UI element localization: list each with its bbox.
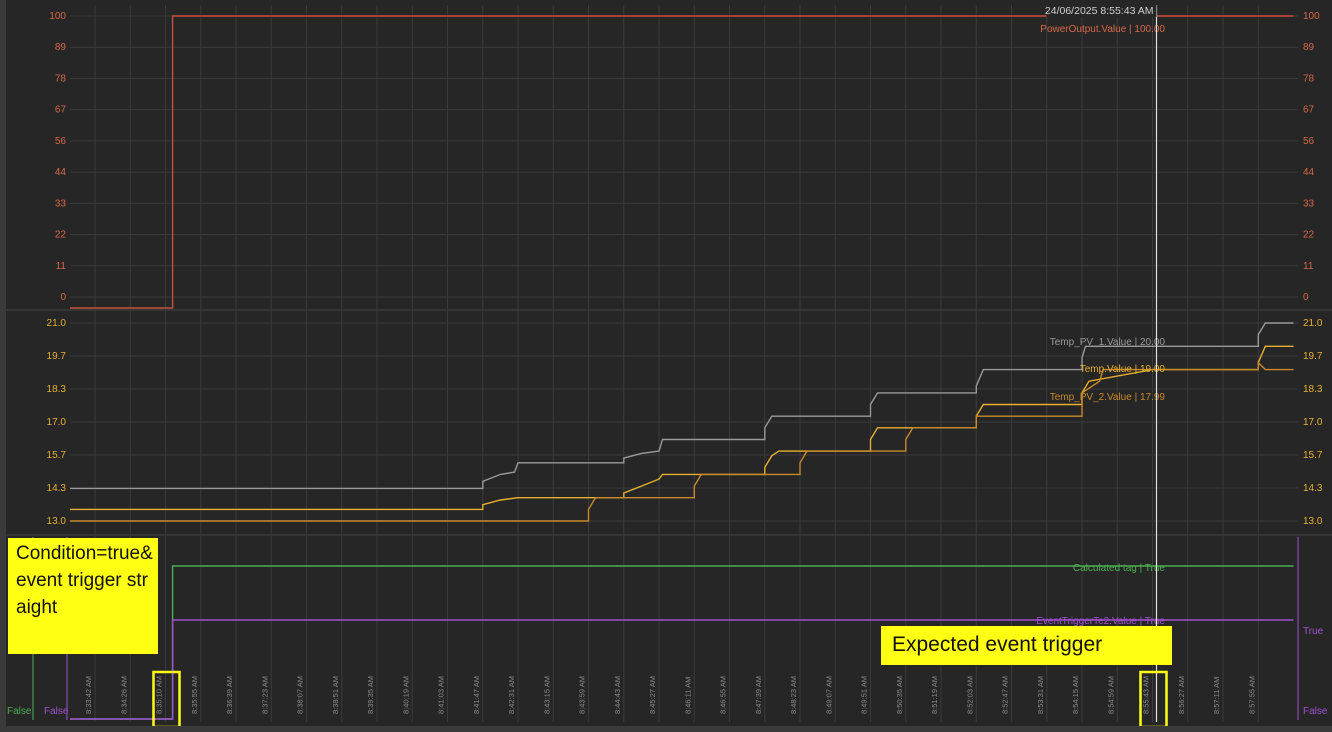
power-tick-right: 0: [1303, 292, 1309, 303]
temp-tick-right: 21.0: [1303, 318, 1323, 329]
bool-tick-false-green: False: [7, 706, 32, 717]
power-tick-left: 100: [49, 11, 66, 22]
cursor-timestamp: 24/06/2025 8:55:43 AM: [1045, 5, 1154, 17]
temp-tick-left: 15.7: [47, 450, 67, 461]
temp-tick-left: 13.0: [47, 516, 67, 527]
left-edge: [0, 0, 6, 732]
x-tick-label: 8:57:55 AM: [1247, 676, 1256, 714]
x-tick-label: 8:52:03 AM: [965, 676, 974, 714]
power-tick-left: 56: [55, 136, 67, 147]
power-tick-right: 11: [1303, 261, 1314, 272]
temp-tick-right: 19.7: [1303, 351, 1323, 362]
power-tick-right: 33: [1303, 198, 1315, 209]
power-tick-left: 22: [55, 230, 67, 241]
power-tick-left: 11: [56, 261, 67, 272]
power-tick-left: 33: [55, 198, 67, 209]
annotation-condition-true: Condition=true& event trigger straight: [8, 538, 158, 654]
x-tick-label: 8:53:31 AM: [1036, 676, 1045, 714]
bottom-edge: [0, 726, 1332, 732]
temp-tick-left: 17.0: [47, 417, 67, 428]
power-tick-right: 89: [1303, 42, 1315, 53]
temp-tick-right: 13.0: [1303, 516, 1323, 527]
bool-tick-false-purple: False: [44, 706, 69, 717]
temp-series-label: Temp.Value | 19.00: [1080, 364, 1166, 375]
x-tick-label: 8:51:19 AM: [930, 676, 939, 714]
temp-tick-left: 21.0: [47, 318, 67, 329]
temp-series-label: Temp_PV_2.Value | 17.99: [1050, 392, 1166, 403]
temp-tick-left: 19.7: [47, 351, 67, 362]
temp-tick-right: 17.0: [1303, 417, 1323, 428]
x-tick-label: 8:49:07 AM: [824, 676, 833, 714]
temp-tick-right: 18.3: [1303, 384, 1323, 395]
power-tick-left: 89: [55, 42, 67, 53]
x-tick-label: 8:57:11 AM: [1212, 677, 1221, 714]
temp-tick-right: 15.7: [1303, 450, 1323, 461]
power-tick-right: 67: [1303, 105, 1315, 116]
power-tick-right: 22: [1303, 230, 1315, 241]
x-tick-label: 8:43:15 AM: [542, 676, 551, 714]
temp-tick-left: 18.3: [47, 384, 67, 395]
x-tick-label: 8:43:59 AM: [578, 676, 587, 714]
power-tick-left: 78: [55, 73, 67, 84]
x-tick-label: 8:50:35 AM: [895, 676, 904, 714]
power-tick-left: 0: [60, 292, 66, 303]
x-tick-label: 8:46:55 AM: [719, 676, 728, 714]
x-tick-label: 8:46:11 AM: [683, 677, 692, 714]
trend-chart: 100 100 89 89 78 78 67 67 56 56 44 44 33 33 22 22 11 11 0 0…: [0, 0, 1332, 732]
x-tick-label: 8:35:10 AM: [155, 676, 164, 714]
x-tick-label: 8:39:35 AM: [366, 676, 375, 714]
power-tick-left: 44: [55, 167, 67, 178]
x-tick-label: 8:56:27 AM: [1177, 676, 1186, 714]
temp-series-label: Temp_PV_1.Value | 20.00: [1050, 337, 1166, 348]
x-tick-label: 8:40:19 AM: [401, 676, 410, 714]
x-tick-label: 8:49:51 AM: [860, 676, 869, 714]
x-tick-label: 8:41:47 AM: [472, 676, 481, 714]
x-tick-label: 8:33:42 AM: [84, 676, 93, 714]
x-tick-label: 8:36:39 AM: [225, 676, 234, 714]
power-tick-right: 56: [1303, 136, 1315, 147]
annotation-expected-trigger: Expected event trigger: [881, 626, 1172, 665]
x-tick-label: 8:38:51 AM: [331, 676, 340, 714]
x-tick-label: 8:47:39 AM: [754, 676, 763, 714]
x-tick-label: 8:54:59 AM: [1106, 676, 1115, 714]
x-tick-label: 8:42:31 AM: [507, 676, 516, 714]
x-tick-label: 8:54:15 AM: [1071, 676, 1080, 714]
bool-tick-true: True: [1303, 626, 1324, 637]
x-tick-label: 8:55:43 AM: [1142, 676, 1151, 714]
x-tick-label: 8:38:07 AM: [296, 676, 305, 714]
power-tick-left: 67: [55, 105, 67, 116]
bool-series-label: Calculated tag | True: [1073, 563, 1166, 574]
power-tick-right: 100: [1303, 11, 1320, 22]
temp-tick-right: 14.3: [1303, 483, 1323, 494]
x-tick-label: 8:45:27 AM: [648, 676, 657, 714]
power-tick-right: 78: [1303, 73, 1315, 84]
bool-tick-false: False: [1303, 706, 1328, 717]
x-tick-label: 8:34:26 AM: [119, 676, 128, 714]
x-tick-label: 8:41:03 AM: [437, 676, 446, 714]
x-tick-label: 8:48:23 AM: [789, 676, 798, 714]
x-tick-label: 8:44:43 AM: [613, 676, 622, 714]
power-series-label: PowerOutput.Value | 100.00: [1040, 24, 1165, 35]
x-tick-label: 8:37:23 AM: [260, 676, 269, 714]
power-tick-right: 44: [1303, 167, 1315, 178]
x-tick-label: 8:52:47 AM: [1001, 676, 1010, 714]
x-tick-label: 8:35:55 AM: [190, 676, 199, 714]
temp-tick-left: 14.3: [47, 483, 67, 494]
